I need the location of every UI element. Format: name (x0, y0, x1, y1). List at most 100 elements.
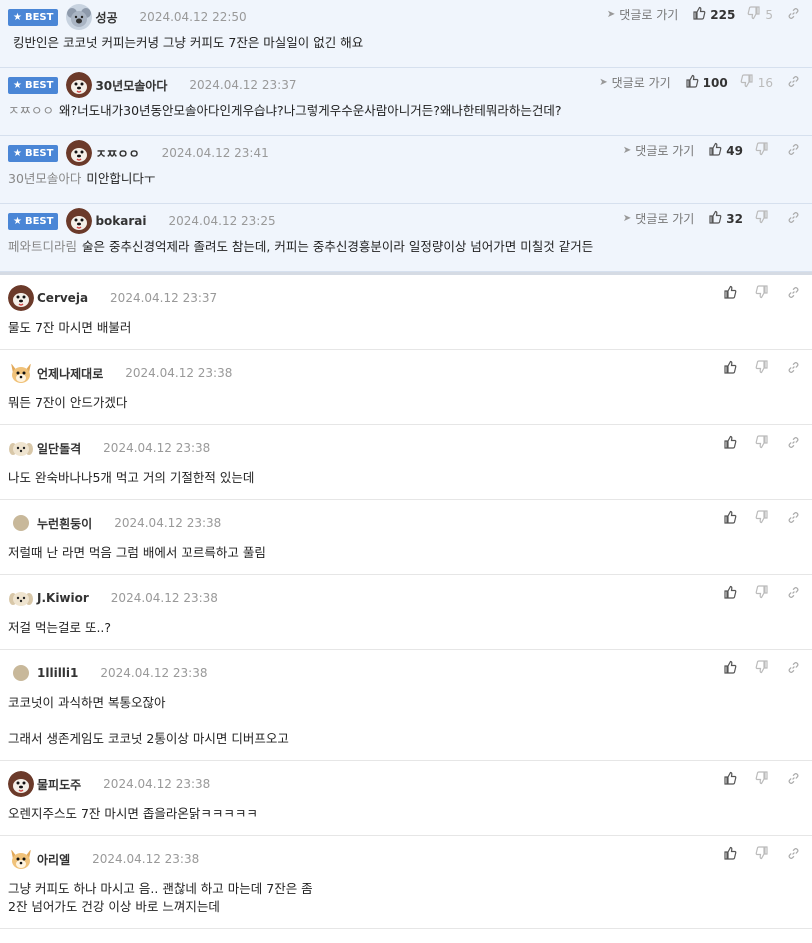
mention-nick[interactable]: 30년모솔아다 (8, 171, 81, 186)
send-arrow-icon: ➤ (606, 9, 616, 20)
copy-link-icon[interactable] (787, 75, 800, 91)
like-button[interactable] (723, 660, 741, 677)
like-button[interactable] (723, 771, 741, 788)
dislike-button[interactable] (755, 585, 773, 602)
like-button[interactable] (723, 285, 741, 302)
dislike-button[interactable] (755, 510, 773, 527)
thumbs-down-icon (755, 435, 773, 452)
avatar[interactable] (8, 285, 34, 311)
avatar[interactable] (66, 4, 93, 30)
comment-text: 페와트디라림 술은 중추신경억제라 졸려도 참는데, 커피는 중추신경흥분이라 일… (8, 238, 804, 256)
go-to-reply-link[interactable]: ➤ 댓글로 가기 (607, 6, 678, 23)
best-label: BEST (24, 147, 54, 159)
copy-link-icon[interactable] (787, 661, 800, 677)
dislike-button[interactable] (755, 771, 773, 788)
like-button[interactable] (723, 510, 741, 527)
reply-label: 댓글로 가기 (635, 212, 695, 226)
comment-date: 2024.04.12 23:38 (114, 516, 222, 530)
like-button[interactable]: 225 (692, 6, 735, 23)
star-icon: ★ (13, 215, 22, 227)
copy-link-icon[interactable] (787, 211, 800, 227)
copy-link-icon[interactable] (787, 286, 800, 302)
dislike-button[interactable] (755, 285, 773, 302)
comment-item: 아리엘 2024.04.12 23:38 그냥 커피도 하나 마시고 음.. 괜… (0, 836, 812, 929)
comment-body: 킹반인은 코코넛 커피는커녕 그냥 커피도 7잔은 마실일이 없긴 해요 (13, 35, 364, 50)
like-button[interactable]: 100 (685, 74, 728, 91)
dislike-button[interactable] (755, 846, 773, 863)
comment-body: 코코넛이 과식하면 복통오잖아 그래서 생존게임도 코코넛 2통이상 마시면 디… (8, 695, 289, 746)
send-arrow-icon: ➤ (599, 77, 608, 88)
nickname[interactable]: 누런흰둥이 (37, 515, 92, 532)
dislike-button[interactable] (755, 435, 773, 452)
avatar[interactable] (8, 585, 34, 611)
dislike-button[interactable]: 5 (747, 6, 773, 23)
dislike-button[interactable] (755, 660, 773, 677)
like-button[interactable] (723, 360, 741, 377)
thumbs-up-icon (708, 142, 726, 159)
nickname[interactable]: Cerveja (37, 291, 88, 305)
comment-date: 2024.04.12 23:37 (189, 78, 297, 92)
nickname[interactable]: 아리엘 (37, 851, 70, 868)
nickname[interactable]: 언제나제대로 (37, 365, 103, 382)
send-arrow-icon: ➤ (622, 145, 632, 156)
thumbs-up-icon (692, 6, 710, 23)
go-to-reply-link[interactable]: ➤ 댓글로 가기 (623, 210, 694, 227)
copy-link-icon[interactable] (787, 772, 800, 788)
dislike-button[interactable] (755, 210, 773, 227)
nickname[interactable]: ㅈㅉㅇㅇ (95, 145, 139, 162)
avatar[interactable] (8, 660, 34, 686)
copy-link-icon[interactable] (787, 7, 800, 23)
copy-link-icon[interactable] (787, 361, 800, 377)
avatar[interactable] (8, 360, 34, 386)
best-label: BEST (24, 215, 54, 227)
like-button[interactable] (723, 435, 741, 452)
copy-link-icon[interactable] (787, 143, 800, 159)
avatar[interactable] (66, 140, 93, 166)
thumbs-up-icon (723, 510, 741, 527)
avatar[interactable] (66, 72, 93, 98)
avatar[interactable] (8, 435, 34, 461)
copy-link-icon[interactable] (787, 436, 800, 452)
copy-link-icon[interactable] (787, 847, 800, 863)
dislike-count: 5 (765, 7, 773, 22)
nickname[interactable]: 30년모솔아다 (95, 77, 167, 94)
nickname[interactable]: 일단돌격 (37, 440, 81, 457)
dislike-button[interactable]: 16 (740, 74, 773, 91)
like-button[interactable]: 32 (708, 210, 743, 227)
comment-item: 물피도주 2024.04.12 23:38 오렌지주스도 7잔 마시면 좁을라온… (0, 761, 812, 836)
comment-item: Cerveja 2024.04.12 23:37 물도 7잔 마시면 배불러 (0, 275, 812, 350)
comment-item: 언제나제대로 2024.04.12 23:38 뭐든 7잔이 안드가겠다 (0, 350, 812, 425)
avatar[interactable] (8, 771, 34, 797)
avatar[interactable] (8, 846, 34, 872)
go-to-reply-link[interactable]: ➤ 댓글로 가기 (599, 74, 670, 91)
star-icon: ★ (13, 147, 22, 159)
avatar[interactable] (8, 510, 34, 536)
mention-nick[interactable]: 페와트디라림 (8, 239, 77, 254)
thumbs-up-icon (723, 285, 741, 302)
like-button[interactable] (723, 846, 741, 863)
like-button[interactable] (723, 585, 741, 602)
dislike-button[interactable] (755, 360, 773, 377)
best-comment: ★ BEST ㅈㅉㅇㅇ 2024.04.12 23:41 ➤ 댓글로 가기 49 3… (0, 136, 812, 204)
comment-date: 2024.04.12 22:50 (139, 10, 247, 24)
nickname[interactable]: bokarai (95, 214, 146, 228)
comment-body: 그냥 커피도 하나 마시고 음.. 괜찮네 하고 마는데 7잔은 좀 2잔 넘어… (8, 881, 313, 914)
best-label: BEST (24, 79, 54, 91)
go-to-reply-link[interactable]: ➤ 댓글로 가기 (623, 142, 694, 159)
comment-list: Cerveja 2024.04.12 23:37 물도 7잔 마시면 배불러 언… (0, 275, 812, 929)
thumbs-down-icon (755, 510, 773, 527)
comment-body: 물도 7잔 마시면 배불러 (8, 320, 132, 335)
like-count: 100 (702, 75, 728, 90)
nickname[interactable]: J.Kiwior (37, 591, 89, 605)
nickname[interactable]: 1llilli1 (37, 666, 78, 680)
thumbs-down-icon (755, 771, 773, 788)
copy-link-icon[interactable] (787, 511, 800, 527)
mention-nick[interactable]: ㅈㅉㅇㅇ (8, 103, 54, 118)
nickname[interactable]: 성공 (95, 9, 117, 26)
thumbs-down-icon (755, 285, 773, 302)
copy-link-icon[interactable] (787, 586, 800, 602)
nickname[interactable]: 물피도주 (37, 776, 81, 793)
dislike-button[interactable] (755, 142, 773, 159)
avatar[interactable] (66, 208, 93, 234)
like-button[interactable]: 49 (708, 142, 743, 159)
